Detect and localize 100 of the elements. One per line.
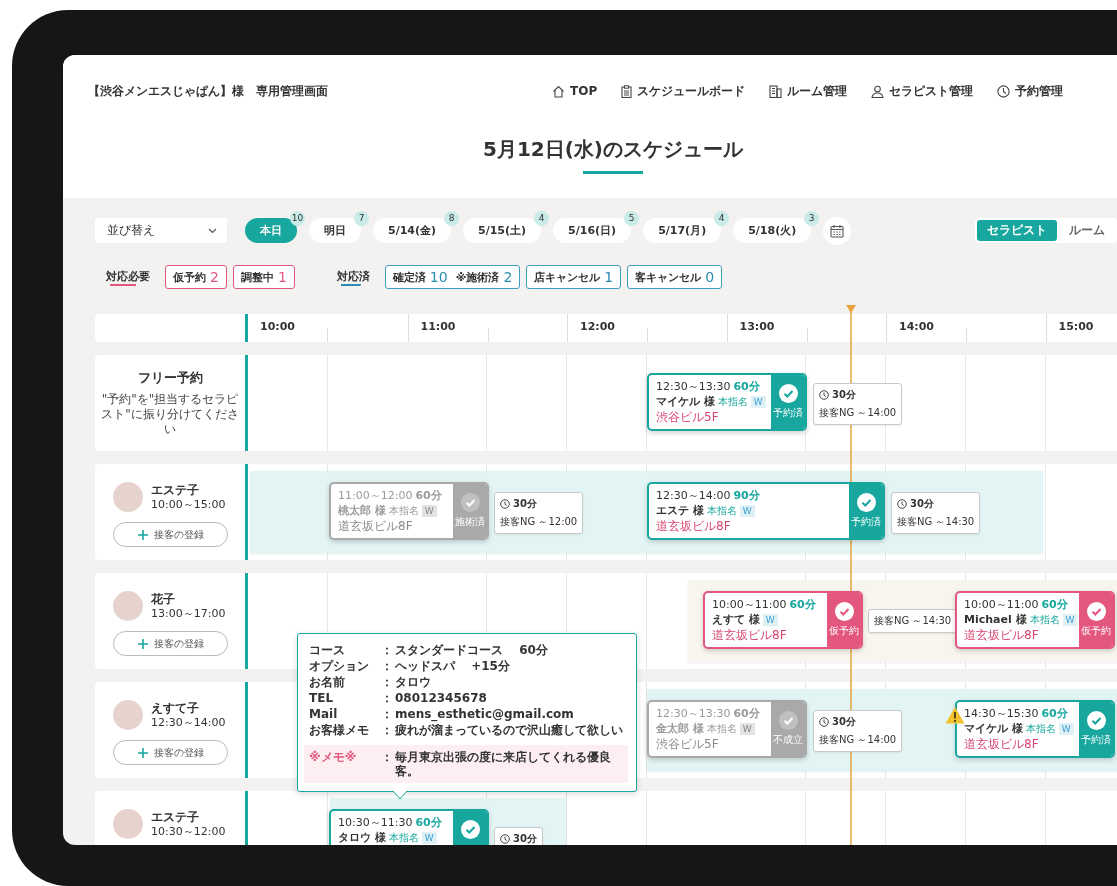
booking-card[interactable]: 10:00～11:00 60分 えすて 様 W 道玄坂ビル8F 仮予約 [703,591,863,649]
nav-link[interactable]: 予約管理 [997,82,1064,100]
chevron-down-icon [208,227,217,234]
therapist-name: 花子 [151,591,176,607]
field-separator: ： [381,750,394,766]
customer-name: 金太郎 様 [656,721,704,736]
add-customer-button[interactable]: 接客の登録 [113,740,228,765]
booking-card[interactable]: 10:30～11:30 60分 タロウ 様 本指名 W [329,809,489,845]
count-badge: 3 [804,211,820,226]
plus-icon [137,638,148,649]
count-badge: 4 [714,211,730,226]
customer-name: マイケル 様 [964,721,1023,736]
avatar [113,700,143,730]
row-title: フリー予約 [137,369,203,387]
field-value: スタンダードコース 60分 [395,643,549,657]
sort-dropdown[interactable]: 並び替え [95,218,227,243]
booking-card[interactable]: 12:30～13:30 60分 マイケル 様 本指名 W 渋谷ビル5F 予約済 [647,373,807,431]
field-separator: ： [381,675,394,689]
therapist-name: えすて子 [151,700,200,716]
w-badge: W [762,613,778,626]
add-customer-button[interactable]: 接客の登録 [113,631,228,656]
filter-button[interactable]: 客キャンセル 0 [627,265,723,289]
shift-hours: 12:30～14:00 [151,715,226,730]
field-label: コース [309,643,346,657]
duration-text: 60分 [789,598,816,611]
field-separator: ： [381,691,394,705]
filter-button[interactable]: 店キャンセル 1 [526,265,622,289]
check-circle-icon [460,820,480,839]
plus-icon [137,529,148,540]
customer-name: マイケル 様 [656,394,715,409]
time-range: 14:30～15:30 [964,707,1039,720]
duration-text: 60分 [733,380,760,393]
shift-hours: 10:00～15:00 [151,497,226,512]
building-icon [769,84,783,98]
nomination-label: 本指名 [1029,613,1060,627]
place-text: 道玄坂ビル8F [964,736,1040,752]
calendar-button[interactable] [823,216,852,245]
field-separator: ： [381,643,394,657]
filter-button[interactable]: 仮予約 2 [165,265,227,289]
ng-time-text: 接客NG ～12:00 [500,515,578,529]
date-tab[interactable]: 5/16(日) [553,218,632,243]
nav-link[interactable]: セラピスト管理 [871,82,974,100]
place-text: 道玄坂ビル8F [964,627,1040,643]
time-range: 12:30～14:00 [656,489,731,502]
booking-card[interactable]: 12:30～14:00 90分 エステ 様 本指名 W 道玄坂ビル8F 予約済 [647,482,885,540]
w-badge: W [1058,722,1074,735]
field-label: お名前 [309,675,346,689]
booking-card[interactable]: 11:00～12:00 60分 桃太郎 様 本指名 W 道玄坂ビル8F 施術済 [329,482,489,540]
nav-link[interactable]: スケジュールボード [621,82,746,100]
booking-card[interactable]: 10:00～11:00 60分 Michael 様 本指名 W 道玄坂ビル8F 仮予約 [955,591,1115,649]
field-value: ヘッドスパ +15分 [395,659,511,673]
status-label: 予約済 [1081,733,1111,747]
calendar-icon [830,223,845,238]
person-icon [871,84,885,98]
status-label: 予約済 [851,515,881,529]
date-tab[interactable]: 5/18(火) [733,218,812,243]
shop-title: 【渋谷メンエスじゃぱん】様 専用管理画面 [88,82,329,100]
customer-name: 桃太郎 様 [338,503,386,518]
field-label: Mail [309,707,339,721]
clipboard-icon [621,84,633,98]
hour-label: 12:00 [580,320,615,333]
hour-label: 15:00 [1058,320,1094,333]
nav-link[interactable]: TOP [552,82,598,100]
shift-hours: 13:00～17:00 [151,606,226,621]
time-range: 11:00～12:00 [338,489,413,502]
filter-button[interactable]: 確定済 10 ※施術済 2 [384,265,521,289]
field-value: 08012345678 [395,691,488,705]
duration-text: 60分 [733,707,760,720]
interval-text: 30分 [513,497,537,511]
row-hint: "予約"を"担当するセラピスト"に振り分けてください [100,392,240,437]
clock-icon [819,390,829,400]
time-range: 10:30～11:30 [338,816,413,829]
nomination-label: 本指名 [1025,722,1056,736]
filter-button[interactable]: 調整中 1 [232,265,295,289]
customer-name: タロウ 様 [338,830,386,845]
time-range: 12:30～13:30 [656,380,731,393]
count-badge: 8 [444,211,460,226]
place-text: 道玄坂ビル8F [338,518,414,534]
avatar [113,809,143,839]
field-value: 疲れが溜まっているので沢山癒して欲しい [395,723,624,737]
date-tab[interactable]: 明日 [309,218,361,243]
title-underline [583,171,643,174]
avatar [113,482,143,512]
check-circle-icon [460,493,480,512]
nav-link[interactable]: ルーム管理 [769,82,848,100]
check-circle-icon [1086,711,1106,730]
filter-label: 対応必要 [106,268,150,286]
time-range: 12:30～13:30 [656,707,731,720]
time-range: 10:00～11:00 [964,598,1039,611]
hour-label: 14:00 [899,320,934,333]
check-circle-icon [856,493,876,512]
avatar [113,591,143,621]
shift-hours: 10:30～12:00 [151,824,226,839]
nomination-label: 本指名 [706,722,737,736]
check-circle-icon [778,384,798,403]
clock-icon [897,499,907,509]
booking-card[interactable]: 12:30～13:30 60分 金太郎 様 本指名 W 渋谷ビル5F 不成立 [647,700,807,758]
add-customer-button[interactable]: 接客の登録 [113,522,228,547]
booking-card[interactable]: 14:30～15:30 60分 マイケル 様 本指名 W 道玄坂ビル8F 予約済 [955,700,1115,758]
clock-icon [500,834,510,844]
